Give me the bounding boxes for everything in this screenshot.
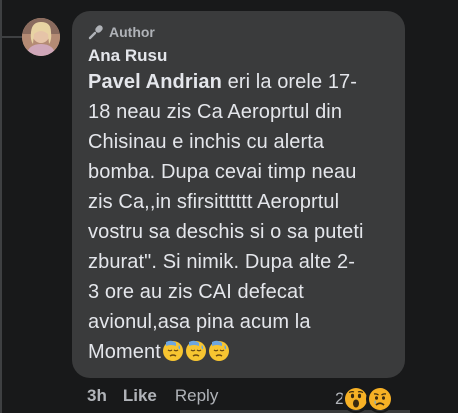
comment-bubble: Author Ana Rusu Pavel Andrian eri la ore… xyxy=(72,11,405,378)
downcast-sweat-emoji xyxy=(185,340,206,361)
sad-reaction-icon xyxy=(366,385,395,413)
author-badge-label: Author xyxy=(109,24,155,40)
avatar[interactable] xyxy=(22,18,60,56)
avatar-image xyxy=(22,18,60,56)
reply-button[interactable]: Reply xyxy=(175,386,218,406)
comment-actions: 3h Like Reply xyxy=(87,386,234,406)
thread-line xyxy=(0,0,2,413)
reaction-summary[interactable]: 2 xyxy=(335,385,395,413)
microphone-icon xyxy=(88,25,103,40)
comment-timestamp[interactable]: 3h xyxy=(87,386,107,406)
downcast-sweat-emoji xyxy=(162,340,183,361)
thread-connector xyxy=(2,36,22,38)
comment-author-name[interactable]: Ana Rusu xyxy=(88,45,393,67)
author-badge: Author xyxy=(88,21,393,43)
like-button[interactable]: Like xyxy=(123,386,157,406)
mention-link[interactable]: Pavel Andrian xyxy=(88,71,222,93)
comment-body: eri la orele 17- 18 neau zis Ca Aeroprtu… xyxy=(88,71,364,363)
downcast-sweat-emoji xyxy=(208,340,229,361)
comment-text: Pavel Andrian eri la orele 17- 18 neau z… xyxy=(88,67,393,367)
